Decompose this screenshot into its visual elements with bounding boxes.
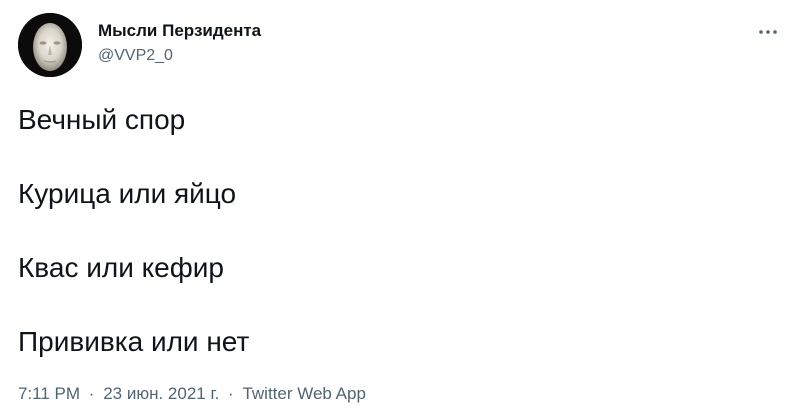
tweet-date-link[interactable]: 23 июн. 2021 г. <box>103 384 219 403</box>
tweet-source-link[interactable]: Twitter Web App <box>242 384 365 403</box>
tweet-meta: 7:11 PM · 23 июн. 2021 г. · Twitter Web … <box>18 382 366 406</box>
avatar[interactable] <box>18 13 82 77</box>
tweet-card: Мысли Перзидента @VVP2_0 Вечный спор Кур… <box>0 0 800 420</box>
tweet-line: Прививка или нет <box>18 326 250 357</box>
author-handle[interactable]: @VVP2_0 <box>98 46 261 66</box>
tweet-time-link[interactable]: 7:11 PM <box>18 384 80 403</box>
more-options-icon <box>759 30 777 34</box>
more-options-button[interactable] <box>756 20 780 44</box>
tweet-line: Вечный спор <box>18 104 186 135</box>
meta-separator: · <box>88 384 95 403</box>
tweet-header: Мысли Перзидента @VVP2_0 <box>98 20 261 66</box>
tweet-line: Курица или яйцо <box>18 178 237 209</box>
meta-separator: · <box>228 384 234 403</box>
tweet-text: Вечный спор Курица или яйцо Квас или кеф… <box>18 96 778 392</box>
portrait-avatar-icon <box>18 13 82 77</box>
author-display-name[interactable]: Мысли Перзидента <box>98 20 261 42</box>
tweet-line: Квас или кефир <box>18 252 225 283</box>
